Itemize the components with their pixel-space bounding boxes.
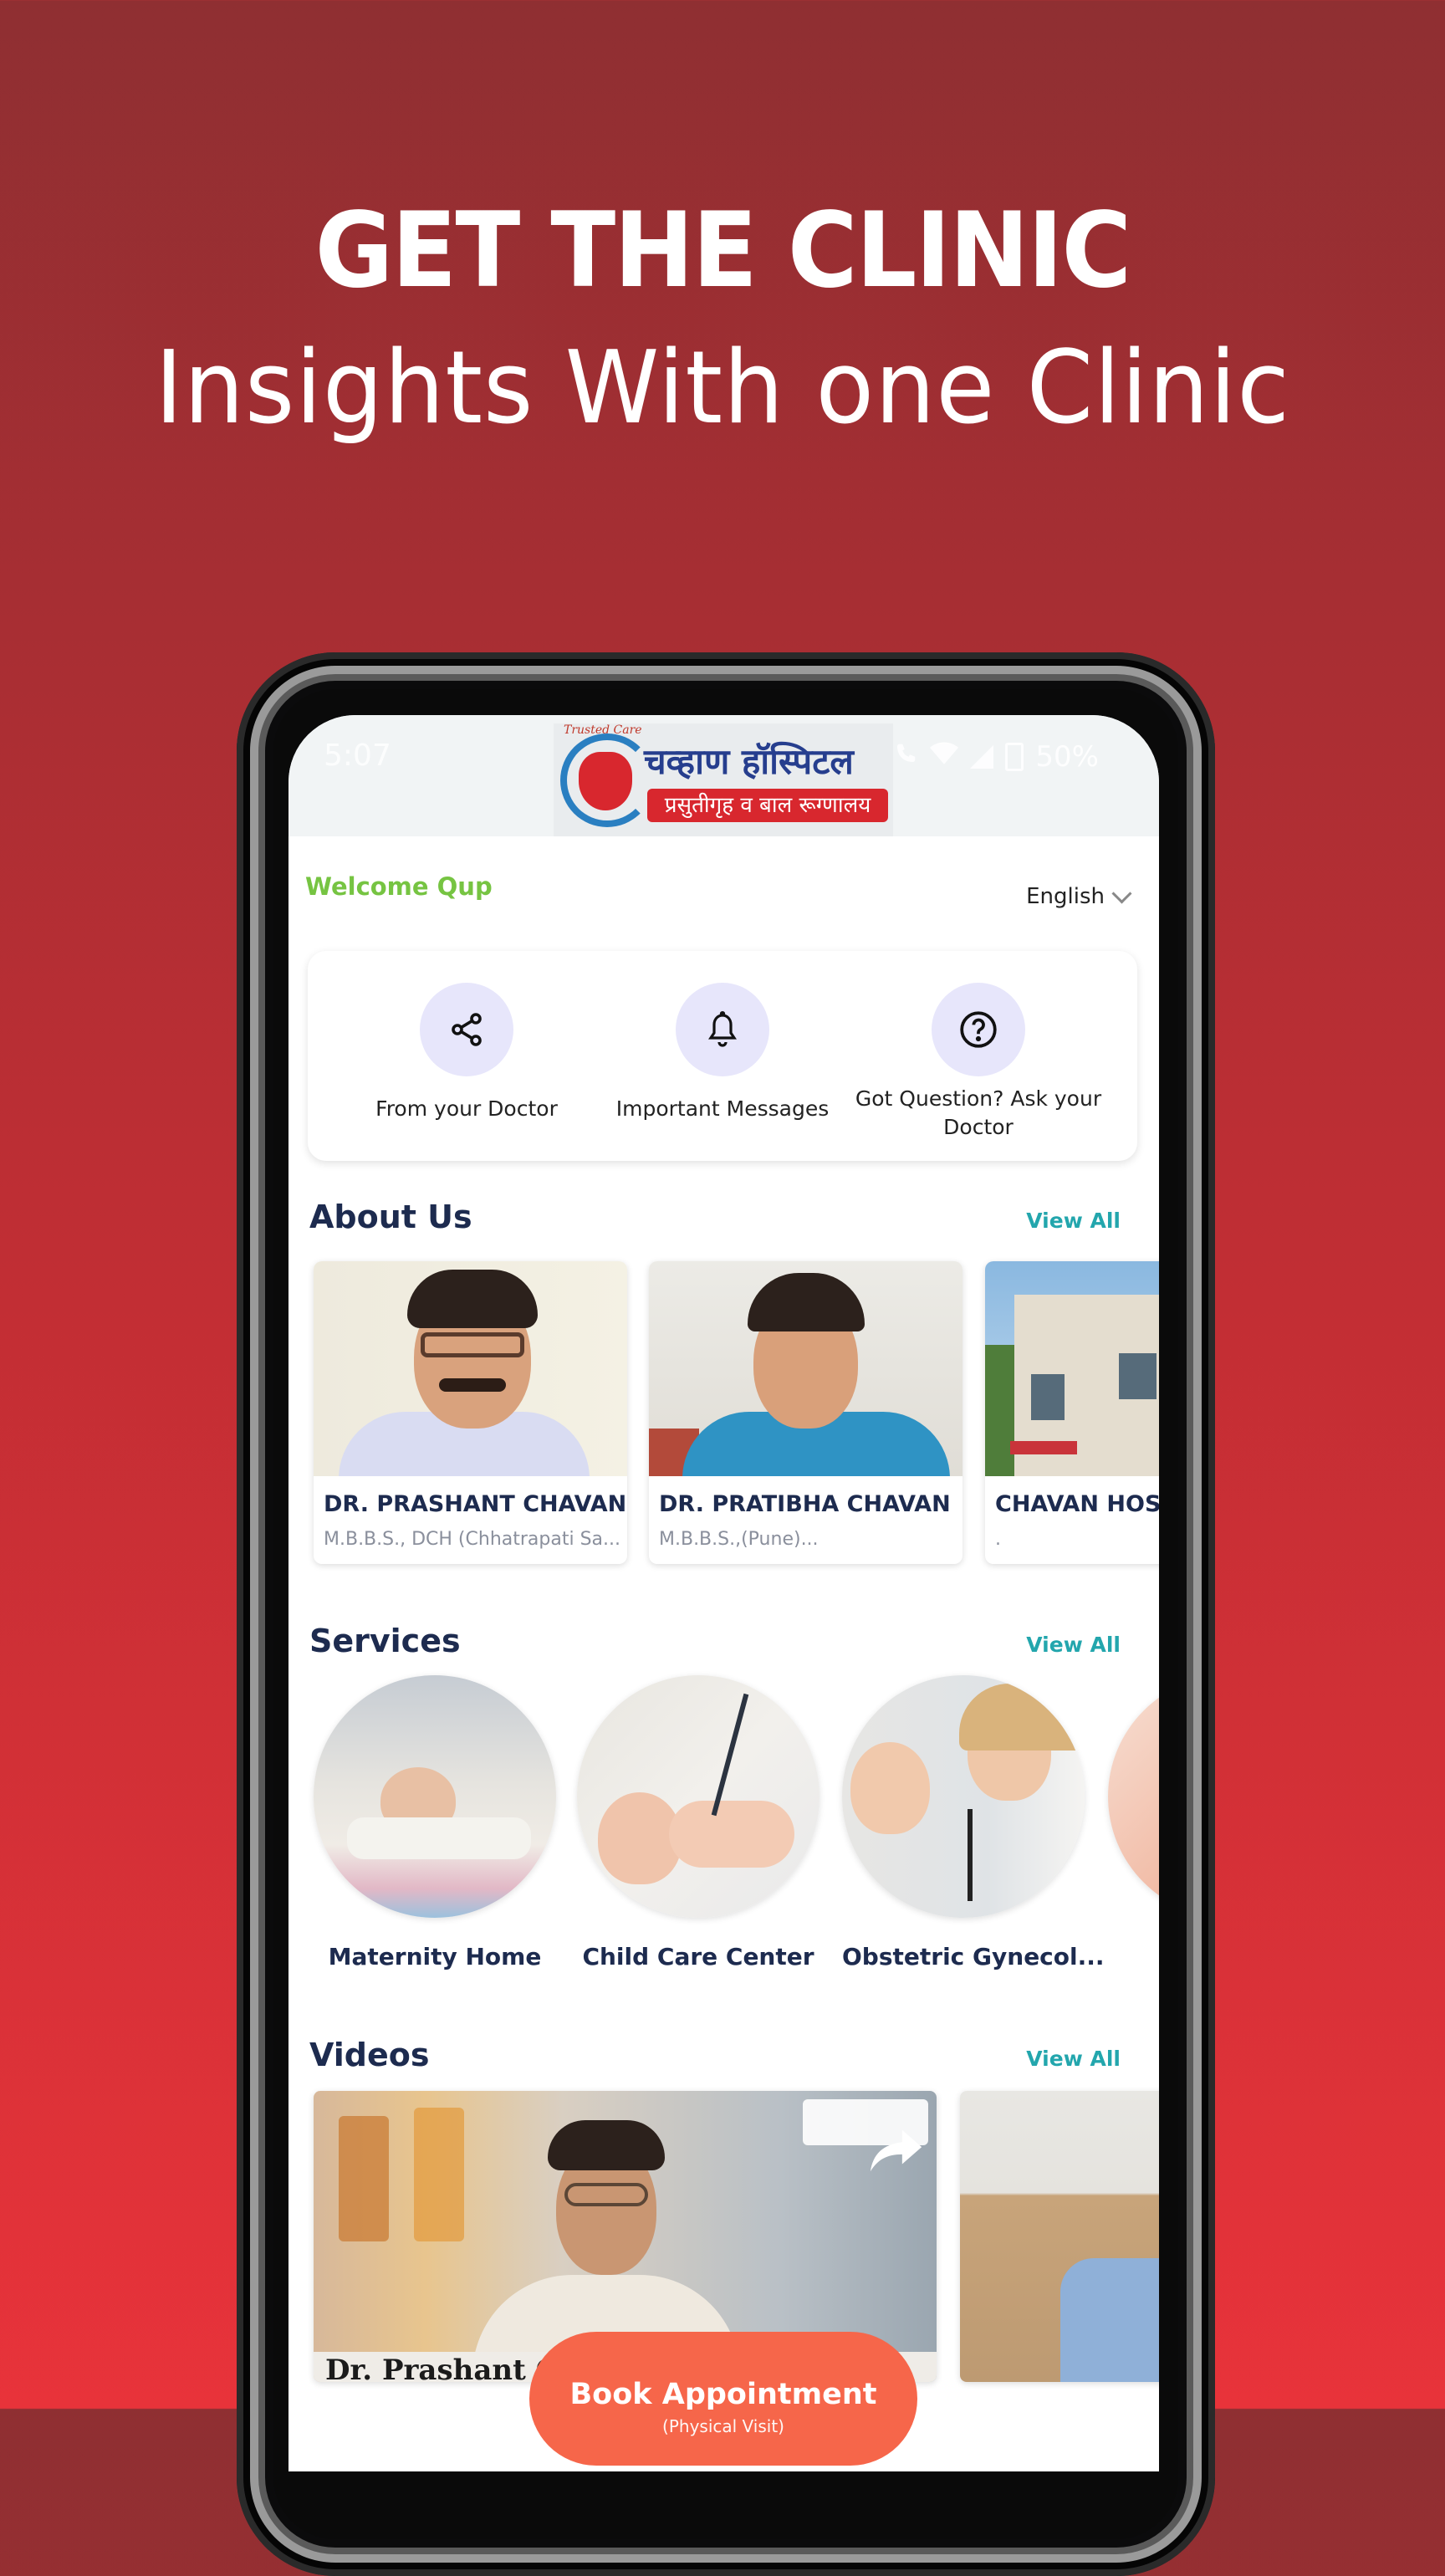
battery-level: 50% [1035, 740, 1099, 774]
quick-action-ask-doctor[interactable]: Got Question? Ask your Doctor [853, 983, 1104, 1142]
book-appointment-label: Book Appointment [569, 2378, 877, 2411]
logo-title: चव्हाण हॉस्पिटल [644, 741, 854, 782]
videos-heading: Videos [309, 2037, 430, 2073]
service-photo [842, 1675, 1085, 1918]
quick-action-label: Got Question? Ask your Doctor [855, 1086, 1102, 1139]
service-item[interactable]: Obstetric Gynecol... [842, 1675, 1105, 1970]
promo-headline: GET THE CLINIC [314, 191, 1132, 311]
about-card-subtitle: M.B.B.S.,(Pune)... [659, 1529, 819, 1550]
quick-action-label: Important Messages [615, 1096, 830, 1121]
share-icon [452, 1013, 482, 1046]
status-icons: 50% [893, 740, 1099, 774]
service-item[interactable]: Child Care Center [577, 1675, 820, 1970]
wifi-icon [930, 740, 959, 774]
service-item[interactable] [1108, 1675, 1159, 1943]
share-arrow-icon[interactable] [868, 2124, 927, 2175]
quick-action-important-messages[interactable]: Important Messages [597, 983, 848, 1123]
about-card-subtitle: M.B.B.S., DCH (Chhatrapati Sa... [324, 1529, 620, 1550]
logo-mother-child [579, 752, 632, 810]
video-thumbnail[interactable] [960, 2091, 1159, 2382]
bell-icon [708, 1010, 737, 1047]
service-photo [1108, 1675, 1159, 1918]
icon-circle [420, 983, 513, 1076]
promo-subheadline: Insights With one Clinic [155, 330, 1290, 447]
app-screen: 5:07 50% Trusted Care चव्हाण हॉस्पिटल प्… [288, 715, 1159, 2471]
service-label: Maternity Home [328, 1943, 542, 1970]
question-icon [960, 1011, 997, 1048]
videos-view-all[interactable]: View All [1026, 2047, 1121, 2071]
about-card[interactable]: DR. PRASHANT CHAVAN M.B.B.S., DCH (Chhat… [314, 1261, 627, 1564]
icon-circle [932, 983, 1025, 1076]
quick-action-label: From your Doctor [375, 1096, 558, 1121]
hospital-photo [985, 1261, 1159, 1476]
services-view-all[interactable]: View All [1026, 1633, 1121, 1657]
logo-subtitle: प्रसुतीगृह व बाल रूग्णालय [647, 789, 888, 822]
chevron-down-icon [1111, 882, 1132, 904]
quick-action-from-doctor[interactable]: From your Doctor [341, 983, 592, 1123]
call-icon [893, 740, 918, 774]
hospital-logo: Trusted Care चव्हाण हॉस्पिटल प्रसुतीगृह … [554, 723, 893, 836]
signal-icon [970, 745, 994, 769]
icon-circle [676, 983, 769, 1076]
service-photo [314, 1675, 556, 1918]
quick-actions-card: From your Doctor Important Messages Got … [308, 951, 1137, 1161]
about-card-title: DR. PRATIBHA CHAVAN [659, 1491, 951, 1517]
book-appointment-sublabel: (Physical Visit) [662, 2416, 784, 2436]
doctor-photo [649, 1261, 962, 1476]
doctor-photo [314, 1261, 627, 1476]
about-us-heading: About Us [309, 1199, 472, 1235]
language-label: English [1026, 884, 1105, 909]
welcome-text: Welcome Qup [305, 872, 493, 901]
battery-icon [1005, 743, 1024, 771]
language-selector[interactable]: English [1026, 882, 1132, 909]
service-label: Obstetric Gynecol... [842, 1943, 1105, 1970]
about-card-title: DR. PRASHANT CHAVAN [324, 1491, 627, 1517]
service-item[interactable]: Maternity Home [314, 1675, 556, 1970]
about-card[interactable]: CHAVAN HOSP . [985, 1261, 1159, 1564]
services-heading: Services [309, 1623, 461, 1659]
book-appointment-button[interactable]: Book Appointment (Physical Visit) [529, 2332, 917, 2466]
logo-tagline: Trusted Care [564, 723, 642, 737]
service-label: Child Care Center [582, 1943, 814, 1970]
service-photo [577, 1675, 820, 1918]
status-time: 5:07 [324, 739, 391, 773]
about-us-view-all[interactable]: View All [1026, 1209, 1121, 1233]
about-card-title: CHAVAN HOSP [995, 1491, 1159, 1517]
about-card[interactable]: DR. PRATIBHA CHAVAN M.B.B.S.,(Pune)... [649, 1261, 962, 1564]
about-card-subtitle: . [995, 1529, 1001, 1550]
app-header: 5:07 50% Trusted Care चव्हाण हॉस्पिटल प्… [288, 715, 1159, 836]
